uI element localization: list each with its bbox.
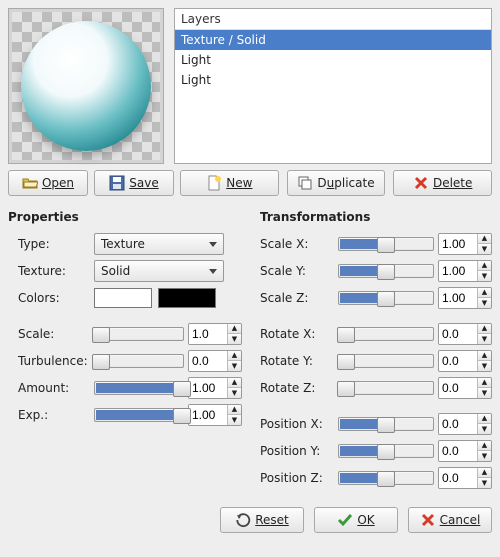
scale-label: Scale: (18, 327, 88, 341)
scale-row: Scale: ▲▼ (18, 320, 242, 347)
layers-panel: Layers Texture / SolidLightLight (174, 8, 492, 164)
texture-label: Texture: (18, 264, 88, 278)
layers-header: Layers (175, 9, 491, 30)
transformations-heading: Transformations (260, 210, 492, 224)
rotate_y-label: Rotate Y: (260, 354, 332, 368)
duplicate-button[interactable]: Duplicate (287, 170, 386, 196)
scale_x-label: Scale X: (260, 237, 332, 251)
exp-spinbox[interactable]: ▲▼ (188, 404, 242, 426)
color-swatch-2[interactable] (158, 288, 216, 308)
rotate_z-spinbox[interactable]: ▲▼ (438, 377, 492, 399)
scale_x-slider[interactable] (338, 237, 434, 251)
rotate_z-label: Rotate Z: (260, 381, 332, 395)
layers-list[interactable]: Texture / SolidLightLight (175, 30, 491, 163)
scale_z-label: Scale Z: (260, 291, 332, 305)
new-icon (206, 175, 222, 191)
position_y-label: Position Y: (260, 444, 332, 458)
scale_y-slider[interactable] (338, 264, 434, 278)
rotate_y-spinbox[interactable]: ▲▼ (438, 350, 492, 372)
save-label: Save (129, 176, 158, 190)
delete-label: Delete (433, 176, 472, 190)
scale_x-spinbox[interactable]: ▲▼ (438, 233, 492, 255)
rotate_x-slider[interactable] (338, 327, 434, 341)
amount-label: Amount: (18, 381, 88, 395)
position_z-slider[interactable] (338, 471, 434, 485)
layer-item[interactable]: Texture / Solid (175, 30, 491, 50)
turbulence-spinbox[interactable]: ▲▼ (188, 350, 242, 372)
scale_z-spinbox[interactable]: ▲▼ (438, 287, 492, 309)
amount-slider[interactable] (94, 381, 184, 395)
scale_z-slider[interactable] (338, 291, 434, 305)
open-button[interactable]: Open (8, 170, 88, 196)
type-value: Texture (101, 237, 145, 251)
position_z-label: Position Z: (260, 471, 332, 485)
ok-icon (337, 512, 353, 528)
scale-slider[interactable] (94, 327, 184, 341)
color-swatch-1[interactable] (94, 288, 152, 308)
material-preview (12, 12, 160, 160)
new-button[interactable]: New (180, 170, 279, 196)
texture-dropdown[interactable]: Solid (94, 260, 224, 282)
ok-button[interactable]: OK (314, 507, 398, 533)
texture-value: Solid (101, 264, 130, 278)
open-label: Open (42, 176, 74, 190)
reset-button[interactable]: Reset (220, 507, 304, 533)
position_y-slider[interactable] (338, 444, 434, 458)
scale_y-spinbox[interactable]: ▲▼ (438, 260, 492, 282)
delete-icon (413, 175, 429, 191)
rotate_x-label: Rotate X: (260, 327, 332, 341)
colors-label: Colors: (18, 291, 88, 305)
type-dropdown[interactable]: Texture (94, 233, 224, 255)
reset-label: Reset (255, 513, 289, 527)
preview-sphere (21, 21, 151, 151)
position_x-slider[interactable] (338, 417, 434, 431)
scale-spinbox[interactable]: ▲▼ (188, 323, 242, 345)
position_y-spinbox[interactable]: ▲▼ (438, 440, 492, 462)
position_z-spinbox[interactable]: ▲▼ (438, 467, 492, 489)
position_x-spinbox[interactable]: ▲▼ (438, 413, 492, 435)
rotate_x-spinbox[interactable]: ▲▼ (438, 323, 492, 345)
layer-item[interactable]: Light (175, 70, 491, 90)
cancel-icon (420, 512, 436, 528)
rotate_y-slider[interactable] (338, 354, 434, 368)
properties-heading: Properties (8, 210, 242, 224)
exp-label: Exp.: (18, 408, 88, 422)
open-icon (22, 175, 38, 191)
type-label: Type: (18, 237, 88, 251)
amount-spinbox[interactable]: ▲▼ (188, 377, 242, 399)
save-icon (109, 175, 125, 191)
new-label: New (226, 176, 252, 190)
layer-item[interactable]: Light (175, 50, 491, 70)
save-button[interactable]: Save (94, 170, 174, 196)
position_x-label: Position X: (260, 417, 332, 431)
preview-frame (8, 8, 164, 164)
duplicate-icon (297, 175, 313, 191)
exp-slider[interactable] (94, 408, 184, 422)
reset-icon (235, 512, 251, 528)
rotate_z-slider[interactable] (338, 381, 434, 395)
turbulence-slider[interactable] (94, 354, 184, 368)
ok-label: OK (357, 513, 374, 527)
scale_y-label: Scale Y: (260, 264, 332, 278)
cancel-label: Cancel (440, 513, 481, 527)
turbulence-label: Turbulence: (18, 354, 88, 368)
delete-button[interactable]: Delete (393, 170, 492, 196)
cancel-button[interactable]: Cancel (408, 507, 492, 533)
